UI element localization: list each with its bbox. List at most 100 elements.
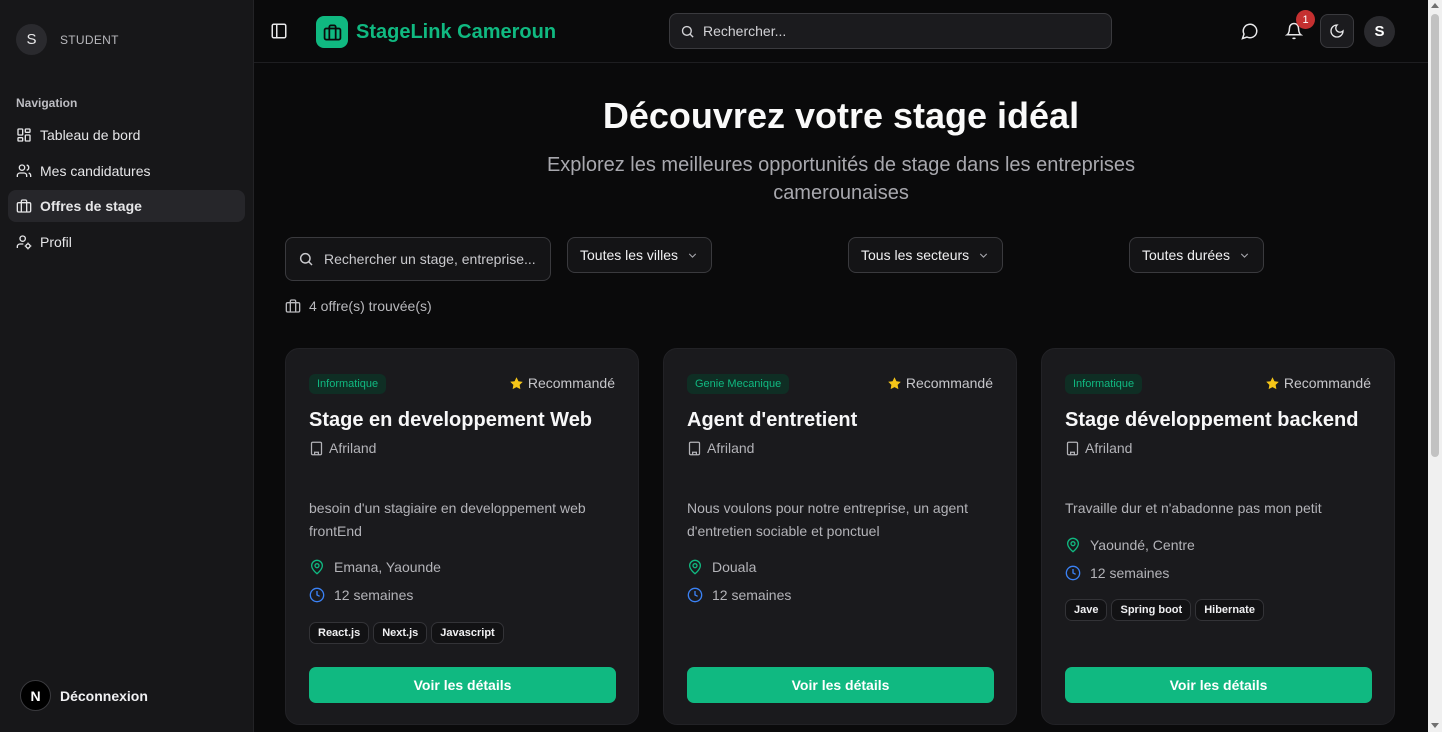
view-details-button[interactable]: Voir les détails (1065, 667, 1372, 703)
logout-label: Déconnexion (60, 687, 148, 704)
star-icon (888, 376, 901, 389)
role-label: STUDENT (60, 32, 119, 47)
duration-select[interactable]: Toutes durées (1129, 237, 1264, 273)
city-select[interactable]: Toutes les villes (567, 237, 713, 273)
avatar[interactable]: S (16, 24, 47, 55)
duration-select-value: Toutes durées (1142, 247, 1230, 263)
building-icon (688, 441, 701, 455)
sidebar-item-label: Offres de stage (40, 198, 142, 214)
location-line: Yaoundé, Centre (1065, 537, 1195, 553)
chat-icon[interactable] (1241, 22, 1259, 40)
duration-line: 12 semaines (687, 587, 791, 603)
sidebar-user[interactable]: S STUDENT (16, 24, 119, 55)
chevron-down-icon (980, 252, 988, 258)
recommended-text: Recommandé (1283, 375, 1371, 391)
users-icon (16, 163, 32, 177)
star-icon (1266, 376, 1279, 389)
results-count: 4 offre(s) trouvée(s) (285, 298, 432, 314)
offer-search-input[interactable] (324, 251, 544, 267)
sidebar-nav: Tableau de bord Mes candidatures Offres … (8, 119, 245, 261)
offer-card: Informatique Recommandé Stage développem… (1041, 348, 1395, 725)
view-details-button[interactable]: Voir les détails (309, 667, 616, 703)
skill-tag: Jave (1065, 599, 1108, 621)
recommended-text: Recommandé (905, 375, 993, 391)
duration-line: 12 semaines (309, 587, 413, 603)
chevron-down-icon (688, 252, 697, 258)
offer-title: Stage développement backend (1065, 409, 1359, 431)
sidebar-item-offers[interactable]: Offres de stage (8, 190, 245, 222)
offer-title: Agent d'entretient (687, 409, 858, 431)
sidebar-item-dashboard[interactable]: Tableau de bord (8, 119, 245, 151)
map-pin-icon (688, 559, 702, 575)
search-icon (681, 25, 694, 38)
star-icon (510, 376, 523, 389)
sidebar-item-label: Profil (40, 233, 72, 250)
offer-search[interactable] (285, 237, 551, 281)
duration-line: 12 semaines (1065, 565, 1169, 581)
clock-icon (1065, 565, 1081, 581)
building-icon (1066, 441, 1079, 455)
top-header: StageLink Cameroun 1 S (254, 0, 1428, 63)
briefcase-icon (285, 299, 301, 313)
recommended-text: Recommandé (527, 375, 615, 391)
skill-tag: Next.js (373, 622, 428, 644)
offer-card: Informatique Recommandé Stage en develop… (285, 348, 639, 725)
category-badge: Informatique (309, 374, 387, 394)
company-name: Afriland (1085, 440, 1133, 456)
logout-avatar: N (20, 680, 51, 711)
search-icon (299, 252, 313, 266)
map-pin-icon (1066, 537, 1080, 553)
brand-logo[interactable]: StageLink Cameroun (316, 16, 556, 48)
sidebar-item-applications[interactable]: Mes candidatures (8, 155, 245, 187)
map-pin-icon (310, 559, 324, 575)
recommended-label: Recommandé (887, 375, 993, 391)
sidebar-item-label: Mes candidatures (40, 162, 151, 179)
scroll-down-icon[interactable] (1431, 723, 1439, 728)
page-subtitle: Explorez les meilleures opportunités de … (546, 154, 1136, 204)
header-search-input[interactable] (703, 23, 1103, 39)
skill-tag: Spring boot (1111, 599, 1192, 621)
skill-tag: Javascript (431, 622, 504, 644)
offer-title: Stage en developpement Web (309, 409, 593, 431)
category-badge: Genie Mecanique (687, 374, 790, 394)
user-cog-icon (16, 234, 32, 249)
sidebar-item-profile[interactable]: Profil (8, 226, 245, 258)
sidebar-item-label: Tableau de bord (40, 127, 141, 143)
company-name: Afriland (329, 440, 377, 456)
page-title: Découvrez votre stage idéal (602, 95, 1080, 136)
scroll-thumb[interactable] (1431, 14, 1439, 457)
chevron-down-icon (1240, 252, 1249, 258)
duration-text: 12 semaines (712, 587, 792, 603)
user-avatar-button[interactable]: S (1364, 16, 1395, 47)
scroll-up-icon[interactable] (1431, 3, 1439, 8)
briefcase-icon (16, 199, 32, 213)
moon-icon (1330, 24, 1344, 38)
skill-tag: Hibernate (1195, 599, 1264, 621)
location-text: Douala (712, 559, 757, 575)
sector-select[interactable]: Tous les secteurs (848, 237, 1004, 273)
offer-description: besoin d'un stagiaire en developpement w… (309, 500, 586, 539)
recommended-label: Recommandé (1265, 375, 1371, 391)
view-details-button[interactable]: Voir les détails (687, 667, 994, 703)
company-line: Afriland (309, 440, 376, 456)
sidebar-toggle-icon[interactable] (270, 22, 288, 40)
clock-icon (309, 587, 325, 603)
header-search[interactable] (669, 13, 1112, 49)
category-badge: Informatique (1065, 374, 1143, 394)
page-scrollbar[interactable] (1428, 0, 1442, 732)
company-line: Afriland (1065, 440, 1132, 456)
offer-card: Genie Mecanique Recommandé Agent d'entre… (663, 348, 1017, 725)
logout-button[interactable]: N Déconnexion (20, 680, 148, 711)
dashboard-icon (17, 128, 31, 142)
recommended-label: Recommandé (509, 375, 615, 391)
building-icon (310, 441, 323, 455)
location-line: Emana, Yaounde (309, 559, 441, 575)
skill-tags: Jave Spring boot Hibernate (1065, 599, 1264, 621)
skill-tag: React.js (309, 622, 370, 644)
theme-toggle-button[interactable] (1320, 14, 1354, 48)
location-line: Douala (687, 559, 756, 575)
duration-text: 12 semaines (1090, 565, 1170, 581)
city-select-value: Toutes les villes (580, 247, 679, 263)
duration-text: 12 semaines (334, 587, 414, 603)
sidebar: S STUDENT Navigation Tableau de bord Mes… (0, 0, 254, 732)
